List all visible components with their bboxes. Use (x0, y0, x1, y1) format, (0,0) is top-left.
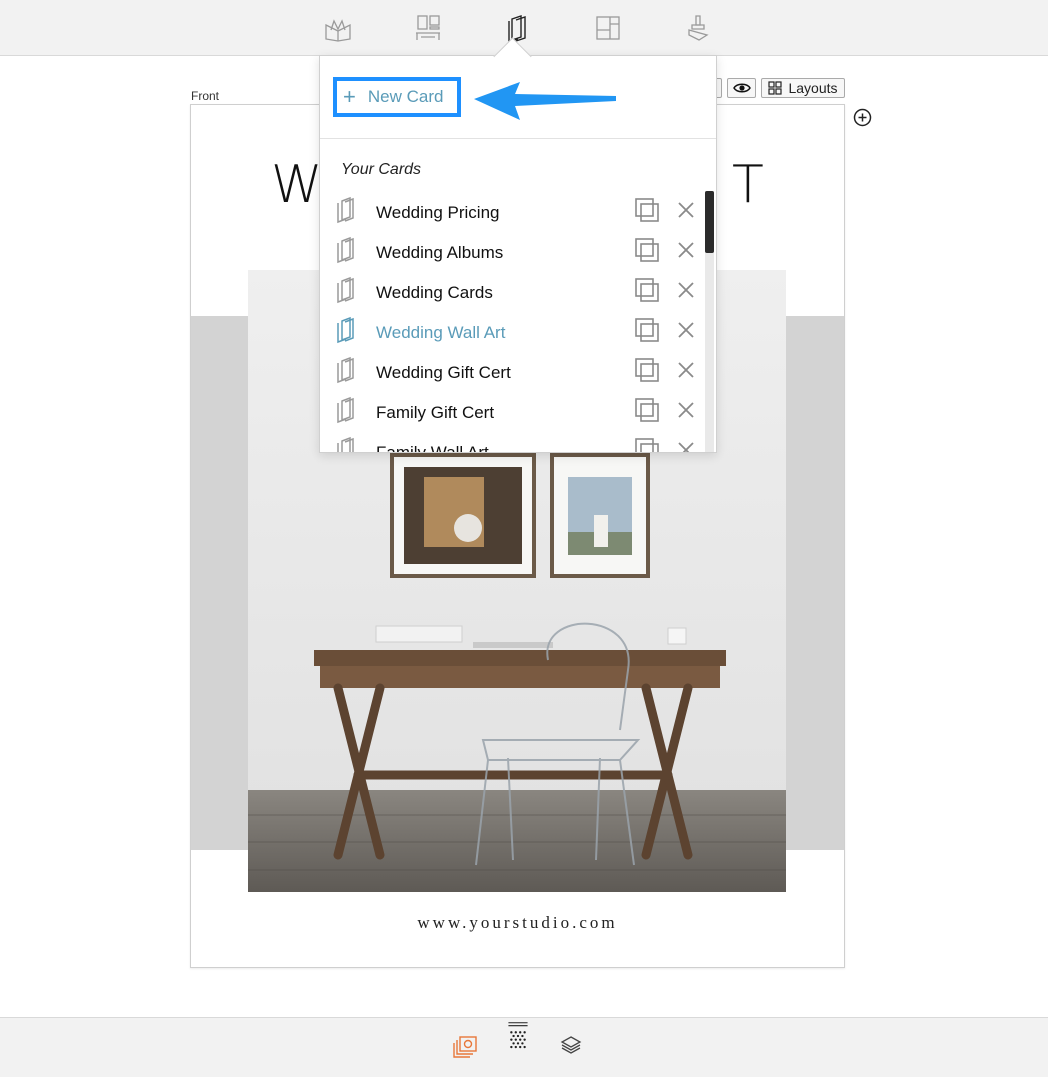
card-doc-icon (337, 276, 354, 304)
card-name: Wedding Albums (376, 243, 504, 262)
top-toolbar (0, 0, 1048, 56)
card-doc-icon (337, 436, 354, 452)
delete-icon[interactable] (676, 320, 696, 340)
card-title-left: W (271, 155, 323, 215)
scrollbar[interactable] (705, 191, 714, 452)
templates-icon[interactable] (412, 12, 444, 44)
layers-photo-icon[interactable] (453, 1032, 479, 1060)
card-name: Wedding Wall Art (376, 323, 506, 342)
card-doc-icon (337, 356, 354, 384)
duplicate-icon[interactable] (634, 317, 660, 343)
layout-icon[interactable] (592, 12, 624, 44)
preview-button[interactable] (727, 78, 756, 98)
eye-icon (732, 83, 751, 93)
scrollbar-thumb[interactable] (705, 191, 714, 253)
book-icon[interactable] (322, 12, 354, 44)
delete-icon[interactable] (676, 200, 696, 220)
new-card-label: New Card (367, 87, 444, 106)
card-list: Wedding Pricing Wedding Albums Wedding Car… (320, 191, 704, 453)
card-name: Wedding Pricing (376, 203, 500, 222)
divider (320, 138, 716, 139)
card-url-text: www.yourstudio.com (417, 913, 618, 932)
stack-icon[interactable] (558, 1032, 584, 1060)
layouts-label: Layouts (788, 80, 838, 96)
duplicate-icon[interactable] (634, 397, 660, 423)
duplicate-icon[interactable] (634, 237, 660, 263)
delete-icon[interactable] (676, 240, 696, 260)
section-title: Your Cards (341, 161, 422, 178)
bottom-toolbar (0, 1017, 1048, 1077)
delete-icon[interactable] (676, 280, 696, 300)
card-name: Wedding Gift Cert (376, 363, 511, 382)
duplicate-icon[interactable] (634, 197, 660, 223)
card-name: Wedding Cards (376, 283, 493, 302)
new-card-button[interactable]: + New Card (333, 77, 461, 117)
side-label: Front (191, 89, 220, 103)
layouts-button[interactable]: Layouts (761, 78, 845, 98)
card-list-item[interactable]: Wedding Wall Art (320, 311, 704, 351)
card-doc-icon (337, 236, 354, 264)
duplicate-icon[interactable] (634, 277, 660, 303)
grid-icon (768, 81, 783, 95)
card-name: Family Gift Cert (376, 403, 495, 422)
stamp-icon[interactable] (682, 12, 714, 44)
card-doc-icon (337, 316, 354, 344)
cards-icon[interactable] (502, 12, 534, 44)
annotation-arrow-icon (474, 82, 616, 120)
card-list-item[interactable]: Wedding Albums (320, 231, 704, 271)
add-page-icon[interactable] (853, 108, 872, 127)
delete-icon[interactable] (676, 400, 696, 420)
card-list-item[interactable]: Family Gift Cert (320, 391, 704, 431)
card-title-right: T (732, 155, 764, 215)
duplicate-icon[interactable] (634, 357, 660, 383)
card-list-item[interactable]: Wedding Pricing (320, 191, 704, 231)
duplicate-icon[interactable] (634, 437, 660, 453)
card-doc-icon (337, 396, 354, 424)
card-list-item[interactable]: Wedding Gift Cert (320, 351, 704, 391)
delete-icon[interactable] (676, 440, 696, 453)
card-doc-icon (337, 196, 354, 224)
plus-icon: + (343, 84, 356, 109)
card-list-item[interactable]: Wedding Cards (320, 271, 704, 311)
delete-icon[interactable] (676, 360, 696, 380)
pattern-icon[interactable] (505, 1022, 531, 1050)
card-list-item[interactable]: Family Wall Art (320, 431, 704, 453)
card-name: Family Wall Art (376, 443, 489, 453)
